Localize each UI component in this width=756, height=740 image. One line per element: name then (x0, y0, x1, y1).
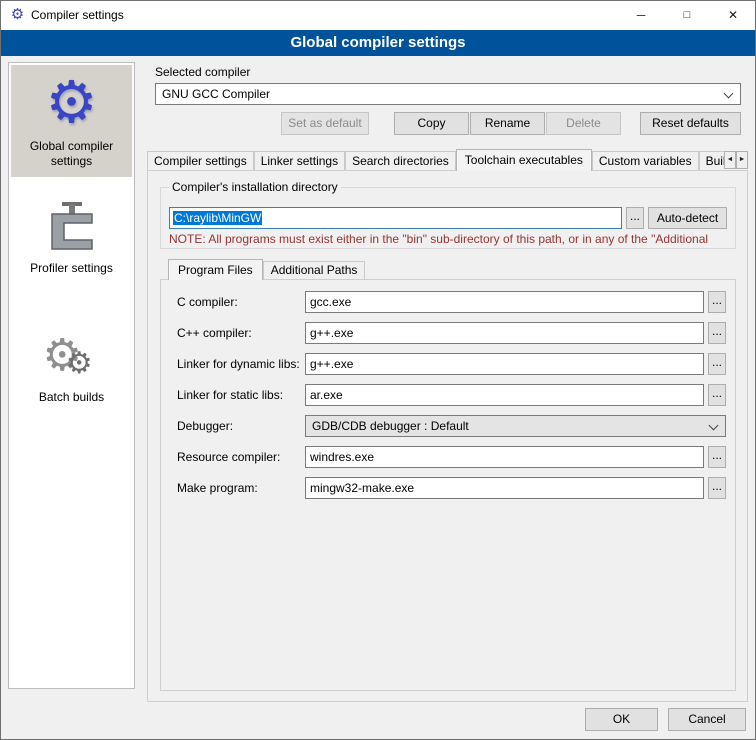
selected-compiler-label: Selected compiler (155, 65, 250, 79)
sidebar-item-label: Batch builds (13, 390, 130, 405)
cpp-compiler-browse-button[interactable]: ... (708, 322, 726, 344)
linker-dynamic-browse-button[interactable]: ... (708, 353, 726, 375)
sidebar-item-profiler-settings[interactable]: Profiler settings (11, 195, 132, 284)
tab-scroll-right-icon[interactable]: ► (736, 151, 748, 169)
ok-button[interactable]: OK (585, 708, 658, 731)
debugger-dropdown[interactable]: GDB/CDB debugger : Default (305, 415, 726, 437)
debugger-value: GDB/CDB debugger : Default (312, 419, 469, 433)
resource-compiler-input[interactable] (305, 446, 704, 468)
bin-subdirectory-note: NOTE: All programs must exist either in … (169, 232, 750, 246)
installation-directory-group-title: Compiler's installation directory (169, 180, 341, 194)
tab-program-files[interactable]: Program Files (168, 259, 263, 280)
auto-detect-button[interactable]: Auto-detect (648, 207, 727, 229)
cpp-compiler-input[interactable] (305, 322, 704, 344)
installation-directory-browse-button[interactable]: ... (626, 207, 644, 229)
clamp-icon (13, 201, 130, 257)
sidebar-item-global-compiler-settings[interactable]: ⚙ Global compiler settings (11, 65, 132, 177)
chevron-down-icon (709, 421, 719, 431)
linker-dynamic-label: Linker for dynamic libs: (177, 357, 300, 371)
program-files-tab-strip: Program Files Additional Paths (160, 258, 365, 279)
tab-linker-settings[interactable]: Linker settings (254, 151, 345, 170)
selected-compiler-value: GNU GCC Compiler (162, 87, 270, 101)
debugger-label: Debugger: (177, 419, 233, 433)
c-compiler-browse-button[interactable]: ... (708, 291, 726, 313)
blue-gear-icon: ⚙ (13, 71, 130, 135)
cpp-compiler-label: C++ compiler: (177, 326, 252, 340)
copy-button[interactable]: Copy (394, 112, 469, 135)
app-gear-icon: ⚙ (9, 6, 26, 23)
c-compiler-input[interactable] (305, 291, 704, 313)
maximize-button[interactable]: □ (664, 0, 710, 30)
cancel-button[interactable]: Cancel (668, 708, 746, 731)
tab-custom-variables[interactable]: Custom variables (592, 151, 699, 170)
page-title: Global compiler settings (1, 30, 755, 56)
installation-directory-input[interactable]: C:\raylib\MinGW (169, 207, 622, 229)
installation-directory-group: Compiler's installation directory C:\ray… (160, 187, 736, 249)
chevron-down-icon (724, 89, 734, 99)
make-program-label: Make program: (177, 481, 258, 495)
tab-additional-paths[interactable]: Additional Paths (263, 261, 366, 279)
make-program-input[interactable] (305, 477, 704, 499)
rename-button[interactable]: Rename (470, 112, 545, 135)
linker-static-browse-button[interactable]: ... (708, 384, 726, 406)
title-bar: ⚙ Compiler settings ─ □ ✕ (0, 0, 756, 30)
settings-category-sidebar: ⚙ Global compiler settings Profiler sett… (8, 62, 135, 689)
tab-search-directories[interactable]: Search directories (345, 151, 456, 170)
toolchain-executables-panel: Compiler's installation directory C:\ray… (147, 170, 748, 702)
linker-static-label: Linker for static libs: (177, 388, 283, 402)
resource-compiler-browse-button[interactable]: ... (708, 446, 726, 468)
tab-scroll-left-icon[interactable]: ◄ (724, 151, 736, 169)
settings-tab-strip: Compiler settings Linker settings Search… (147, 149, 724, 171)
set-as-default-button[interactable]: Set as default (281, 112, 369, 135)
make-program-browse-button[interactable]: ... (708, 477, 726, 499)
close-button[interactable]: ✕ (710, 0, 756, 30)
tab-build-options[interactable]: Buil (699, 151, 724, 170)
reset-defaults-button[interactable]: Reset defaults (640, 112, 741, 135)
tab-compiler-settings[interactable]: Compiler settings (147, 151, 254, 170)
delete-button[interactable]: Delete (546, 112, 621, 135)
installation-directory-value: C:\raylib\MinGW (173, 211, 262, 225)
resource-compiler-label: Resource compiler: (177, 450, 280, 464)
sidebar-item-label: Profiler settings (13, 261, 130, 276)
tab-toolchain-executables[interactable]: Toolchain executables (456, 149, 592, 171)
linker-dynamic-input[interactable] (305, 353, 704, 375)
window-title: Compiler settings (31, 8, 124, 22)
sidebar-item-batch-builds[interactable]: ⚙ ⚙ Batch builds (11, 320, 132, 413)
gray-gears-icon: ⚙ ⚙ (13, 326, 130, 386)
minimize-button[interactable]: ─ (618, 0, 664, 30)
program-files-panel: C compiler: ... C++ compiler: ... Linker… (160, 279, 736, 691)
sidebar-item-label: Global compiler settings (13, 139, 130, 169)
selected-compiler-dropdown[interactable]: GNU GCC Compiler (155, 83, 741, 105)
c-compiler-label: C compiler: (177, 295, 238, 309)
linker-static-input[interactable] (305, 384, 704, 406)
